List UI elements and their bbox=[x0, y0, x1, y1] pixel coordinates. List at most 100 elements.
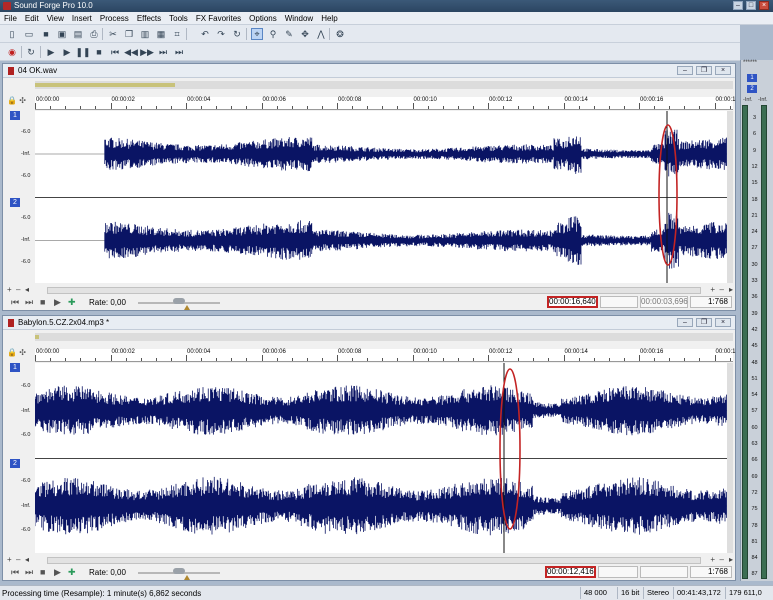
go-end-icon[interactable]: ⏭ bbox=[25, 297, 33, 307]
record-icon[interactable]: ◉ bbox=[6, 46, 18, 58]
cut-icon[interactable]: ✂ bbox=[107, 28, 119, 40]
vertical-scrollbar[interactable] bbox=[727, 111, 733, 283]
channel-1-badge[interactable]: 1 bbox=[10, 363, 20, 372]
minimize-button[interactable]: – bbox=[733, 1, 743, 10]
menu-window[interactable]: Window bbox=[281, 12, 317, 24]
selection-length[interactable]: 00:00:03,696 bbox=[640, 296, 688, 308]
edit-tool-icon[interactable]: ⌖ bbox=[251, 28, 263, 40]
add-marker-icon[interactable]: ✚ bbox=[68, 567, 76, 577]
document-window-1[interactable]: 04 OK.wav – ❐ × 🔒 ✣ 00:00:00 00:00:02 00:0… bbox=[2, 63, 761, 311]
menu-effects[interactable]: Effects bbox=[133, 12, 165, 24]
open-icon[interactable]: ▭ bbox=[23, 28, 35, 40]
doc-restore-button[interactable]: ❐ bbox=[696, 318, 712, 327]
rate-slider-knob[interactable] bbox=[173, 298, 185, 304]
document-window-2[interactable]: Babylon.5.CZ.2x04.mp3 * – ❐ × 🔒 ✣ 00:00:… bbox=[2, 315, 761, 581]
menu-view[interactable]: View bbox=[43, 12, 68, 24]
stop-icon[interactable]: ■ bbox=[40, 567, 45, 577]
menu-tools[interactable]: Tools bbox=[165, 12, 192, 24]
render-icon[interactable]: ▤ bbox=[72, 28, 84, 40]
doc-close-button[interactable]: × bbox=[715, 318, 731, 327]
pause-icon[interactable]: ❚❚ bbox=[75, 46, 90, 58]
crop-icon[interactable]: ⌗ bbox=[171, 28, 183, 40]
menu-process[interactable]: Process bbox=[96, 12, 133, 24]
overview-bar[interactable] bbox=[35, 81, 733, 89]
doc-minimize-button[interactable]: – bbox=[677, 318, 693, 327]
go-start-icon[interactable]: ⏮ bbox=[109, 46, 121, 58]
meter-channel-1-badge[interactable]: 1 bbox=[747, 74, 757, 82]
go-start-icon[interactable]: ⏮ bbox=[11, 297, 19, 307]
repeat-icon[interactable]: ↻ bbox=[231, 28, 243, 40]
go-end-icon[interactable]: ⏭ bbox=[25, 567, 33, 577]
stop-icon[interactable]: ■ bbox=[93, 46, 105, 58]
menu-edit[interactable]: Edit bbox=[21, 12, 43, 24]
horizontal-scrollbar[interactable] bbox=[47, 557, 701, 564]
magnify-tool-icon[interactable]: ⚲ bbox=[267, 28, 279, 40]
window-controls: – □ × bbox=[733, 1, 769, 10]
new-icon[interactable]: ▯ bbox=[6, 28, 18, 40]
rewind-icon[interactable]: ◀◀ bbox=[124, 46, 138, 58]
copy-icon[interactable]: ❐ bbox=[123, 28, 135, 40]
channel-1-badge[interactable]: 1 bbox=[10, 111, 20, 120]
selection-start[interactable] bbox=[600, 296, 638, 308]
cursor-position[interactable]: 00:00:12,416 bbox=[545, 566, 596, 578]
lock-icon[interactable]: 🔒 bbox=[7, 348, 17, 357]
doc-restore-button[interactable]: ❐ bbox=[696, 66, 712, 75]
paste-icon[interactable]: ▥ bbox=[139, 28, 151, 40]
zoom-ratio[interactable]: 1:768 bbox=[690, 566, 732, 578]
menu-options[interactable]: Options bbox=[245, 12, 281, 24]
meter-channel-2-badge[interactable]: 2 bbox=[747, 85, 757, 93]
go-end-icon[interactable]: ⏭ bbox=[157, 46, 169, 58]
forward-icon[interactable]: ▶▶ bbox=[140, 46, 154, 58]
rate-slider-knob[interactable] bbox=[173, 568, 185, 574]
vertical-scrollbar[interactable] bbox=[727, 363, 733, 553]
play-icon[interactable]: ▶ bbox=[61, 46, 73, 58]
menu-fx-favorites[interactable]: FX Favorites bbox=[192, 12, 245, 24]
menu-help[interactable]: Help bbox=[317, 12, 341, 24]
selection-start[interactable] bbox=[598, 566, 638, 578]
snap-icon[interactable]: ❂ bbox=[334, 28, 346, 40]
waveform-channel-2[interactable] bbox=[35, 458, 727, 553]
doc-minimize-button[interactable]: – bbox=[677, 66, 693, 75]
play-all-icon[interactable]: ▶ bbox=[45, 46, 57, 58]
play-icon[interactable]: ▶ bbox=[54, 297, 61, 307]
doc-close-button[interactable]: × bbox=[715, 66, 731, 75]
event-tool-icon[interactable]: ✥ bbox=[299, 28, 311, 40]
save-all-icon[interactable]: ▣ bbox=[56, 28, 68, 40]
snap-grid-icon[interactable]: ✣ bbox=[19, 96, 26, 105]
waveform-channel-2[interactable] bbox=[35, 197, 727, 283]
print-icon[interactable]: ⎙ bbox=[88, 28, 100, 40]
stop-icon[interactable]: ■ bbox=[40, 297, 45, 307]
redo-icon[interactable]: ↷ bbox=[215, 28, 227, 40]
channel-2-badge[interactable]: 2 bbox=[10, 198, 20, 207]
maximize-button[interactable]: □ bbox=[746, 1, 756, 10]
loop-icon[interactable]: ↻ bbox=[25, 46, 37, 58]
mix-icon[interactable]: ▦ bbox=[155, 28, 167, 40]
pencil-tool-icon[interactable]: ✎ bbox=[283, 28, 295, 40]
go-start-icon[interactable]: ⏮ bbox=[11, 567, 19, 577]
overview-bar[interactable] bbox=[35, 333, 733, 341]
waveform-channel-1[interactable] bbox=[35, 111, 727, 197]
channel-2-badge[interactable]: 2 bbox=[10, 459, 20, 468]
play-icon[interactable]: ▶ bbox=[54, 567, 61, 577]
waveform-channel-1[interactable] bbox=[35, 363, 727, 458]
menu-file[interactable]: File bbox=[0, 12, 21, 24]
selection-length[interactable] bbox=[640, 566, 688, 578]
horizontal-scrollbar[interactable] bbox=[47, 287, 701, 294]
add-marker-icon[interactable]: ✚ bbox=[68, 297, 76, 307]
undo-icon[interactable]: ↶ bbox=[199, 28, 211, 40]
document-title-bar[interactable]: Babylon.5.CZ.2x04.mp3 * – ❐ × bbox=[3, 316, 735, 330]
peak-meters-panel[interactable]: ****** 1 2 -Inf. -Inf. 3 6 9 12 15 18 21 24 27 30… bbox=[740, 60, 773, 581]
zoom-ratio[interactable]: 1:768 bbox=[690, 296, 732, 308]
envelope-tool-icon[interactable]: ⋀ bbox=[315, 28, 327, 40]
cursor-position[interactable]: 00:00:16,640 bbox=[547, 296, 598, 308]
snap-grid-icon[interactable]: ✣ bbox=[19, 348, 26, 357]
end-icon[interactable]: ⏭ bbox=[173, 46, 185, 58]
menu-insert[interactable]: Insert bbox=[68, 12, 96, 24]
rate-center-marker bbox=[184, 305, 190, 310]
close-button[interactable]: × bbox=[759, 1, 769, 10]
time-ruler[interactable]: 00:00:00 00:00:02 00:00:04 00:00:06 00:00:08… bbox=[35, 349, 761, 362]
document-title-bar[interactable]: 04 OK.wav – ❐ × bbox=[3, 64, 735, 78]
save-icon[interactable]: ■ bbox=[40, 28, 52, 40]
lock-icon[interactable]: 🔒 bbox=[7, 96, 17, 105]
time-ruler[interactable]: 00:00:00 00:00:02 00:00:04 00:00:06 00:00:08… bbox=[35, 97, 761, 110]
